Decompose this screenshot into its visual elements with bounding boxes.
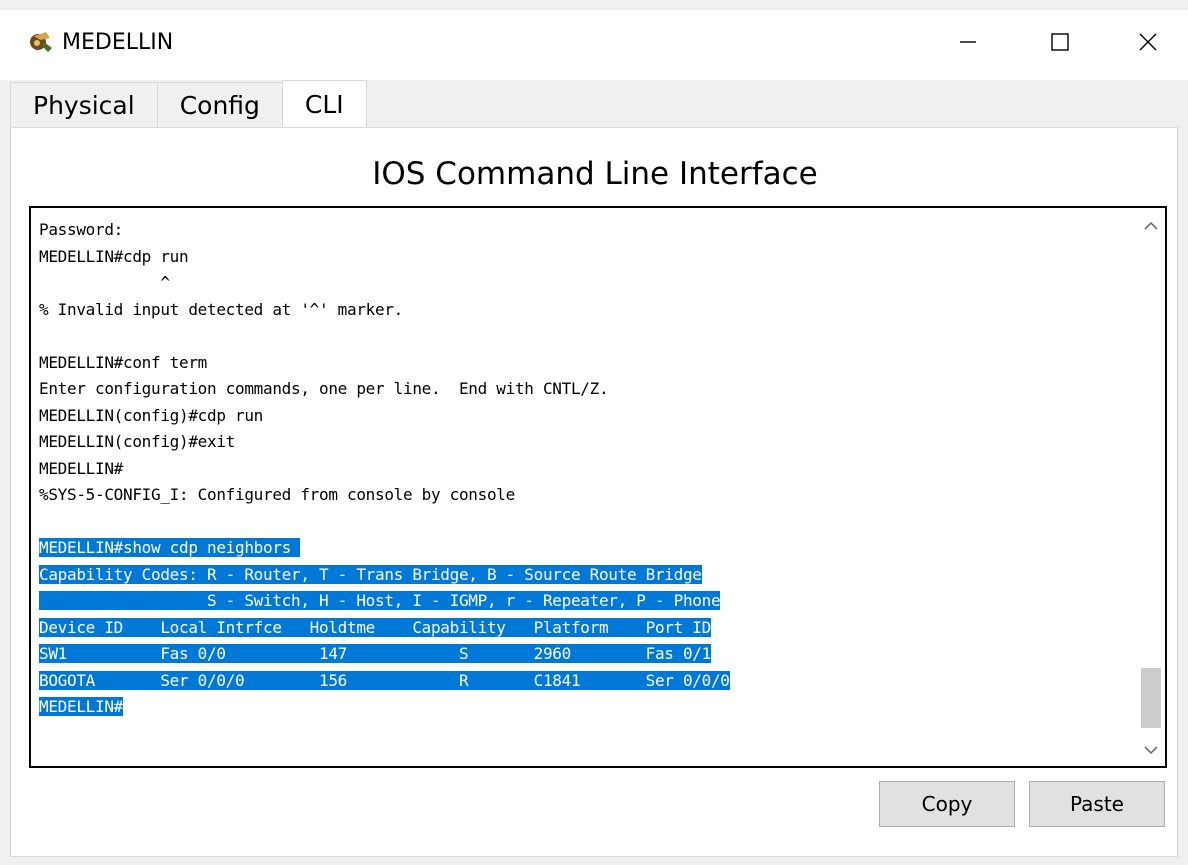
panel-title: IOS Command Line Interface xyxy=(372,156,818,192)
maximize-button[interactable] xyxy=(1030,22,1090,62)
terminal-line-text: %SYS-5-CONFIG_I: Configured from console… xyxy=(39,485,515,504)
terminal-line-text: SW1 Fas 0/0 147 S 2960 Fas 0/1 xyxy=(39,644,711,663)
terminal-line-text: MEDELLIN#cdp run xyxy=(39,246,189,266)
tab-physical[interactable]: Physical xyxy=(10,82,158,128)
terminal-line: MEDELLIN#conf term xyxy=(39,350,1129,377)
maximize-icon xyxy=(1051,33,1069,51)
terminal-line: BOGOTA Ser 0/0/0 156 R C1841 Ser 0/0/0 xyxy=(39,668,1129,695)
terminal-line: MEDELLIN#cdp run xyxy=(39,244,1129,271)
terminal-line: MEDELLIN# xyxy=(39,694,1129,721)
scroll-up-button[interactable] xyxy=(1137,212,1165,240)
copy-button[interactable]: Copy xyxy=(879,781,1015,827)
terminal-output[interactable]: Password: MEDELLIN#cdp run ^ % Invalid inp… xyxy=(39,217,1129,721)
terminal-line-text: S - Switch, H - Host, I - IGMP, r - Repe… xyxy=(39,591,721,610)
terminal-line: Enter configuration commands, one per li… xyxy=(39,376,1129,403)
tab-cli[interactable]: CLI xyxy=(281,80,367,128)
minimize-button[interactable] xyxy=(938,22,998,62)
terminal-line: Device ID Local Intrfce Holdtme Capabili… xyxy=(39,615,1129,642)
terminal-line-text: MEDELLIN# xyxy=(39,458,123,478)
application-window: MEDELLIN Physical Config CLI IOS Command… xyxy=(0,0,1188,865)
terminal-line-text: Capability Codes: R - Router, T - Trans … xyxy=(39,564,702,584)
terminal-line-text: MEDELLIN# xyxy=(39,697,123,716)
terminal-line-text: MEDELLIN(config)#cdp run xyxy=(39,405,263,425)
tab-label: Physical xyxy=(33,91,135,120)
terminal-line: MEDELLIN(config)#cdp run xyxy=(39,403,1129,430)
terminal-line: Capability Codes: R - Router, T - Trans … xyxy=(39,562,1129,589)
window-title: MEDELLIN xyxy=(62,30,174,55)
terminal-line: ^ xyxy=(39,270,1129,297)
tab-label: CLI xyxy=(304,90,344,119)
terminal-line-text: Password: xyxy=(39,220,123,239)
vertical-scrollbar[interactable] xyxy=(1137,208,1165,766)
terminal-line: Password: xyxy=(39,217,1129,244)
close-icon xyxy=(1139,33,1157,51)
chevron-down-icon xyxy=(1144,746,1158,755)
terminal-line-text: Device ID Local Intrfce Holdtme Capabili… xyxy=(39,617,711,637)
minimize-icon xyxy=(960,41,976,43)
terminal-line: MEDELLIN# xyxy=(39,456,1129,483)
cli-terminal[interactable]: Password: MEDELLIN#cdp run ^ % Invalid inp… xyxy=(29,206,1167,768)
terminal-line-text: MEDELLIN(config)#exit xyxy=(39,432,235,451)
terminal-line: S - Switch, H - Host, I - IGMP, r - Repe… xyxy=(39,588,1129,615)
terminal-line-text: MEDELLIN#show cdp neighbors xyxy=(39,538,301,557)
close-button[interactable] xyxy=(1118,22,1178,62)
terminal-line: SW1 Fas 0/0 147 S 2960 Fas 0/1 xyxy=(39,641,1129,668)
cli-panel: IOS Command Line Interface Password: MEDE… xyxy=(10,127,1178,857)
terminal-line: MEDELLIN(config)#exit xyxy=(39,429,1129,456)
app-icon xyxy=(30,32,52,52)
terminal-line-text: ^ xyxy=(39,273,170,292)
terminal-line: MEDELLIN#show cdp neighbors xyxy=(39,535,1129,562)
terminal-line-text: % Invalid input detected at '^' marker. xyxy=(39,299,403,319)
scroll-down-button[interactable] xyxy=(1137,736,1165,764)
scrollbar-thumb[interactable] xyxy=(1141,668,1161,728)
tab-config[interactable]: Config xyxy=(156,82,283,128)
tab-label: Config xyxy=(179,91,260,120)
terminal-line: % Invalid input detected at '^' marker. xyxy=(39,297,1129,324)
title-bar[interactable]: MEDELLIN xyxy=(0,10,1188,80)
paste-button[interactable]: Paste xyxy=(1029,781,1165,827)
terminal-line-text: Enter configuration commands, one per li… xyxy=(39,379,609,398)
terminal-line-text: BOGOTA Ser 0/0/0 156 R C1841 Ser 0/0/0 xyxy=(39,670,730,690)
terminal-line-text: MEDELLIN#conf term xyxy=(39,352,207,372)
tab-bar: Physical Config CLI xyxy=(10,80,367,128)
terminal-line: %SYS-5-CONFIG_I: Configured from console… xyxy=(39,482,1129,509)
chevron-up-icon xyxy=(1144,221,1158,230)
